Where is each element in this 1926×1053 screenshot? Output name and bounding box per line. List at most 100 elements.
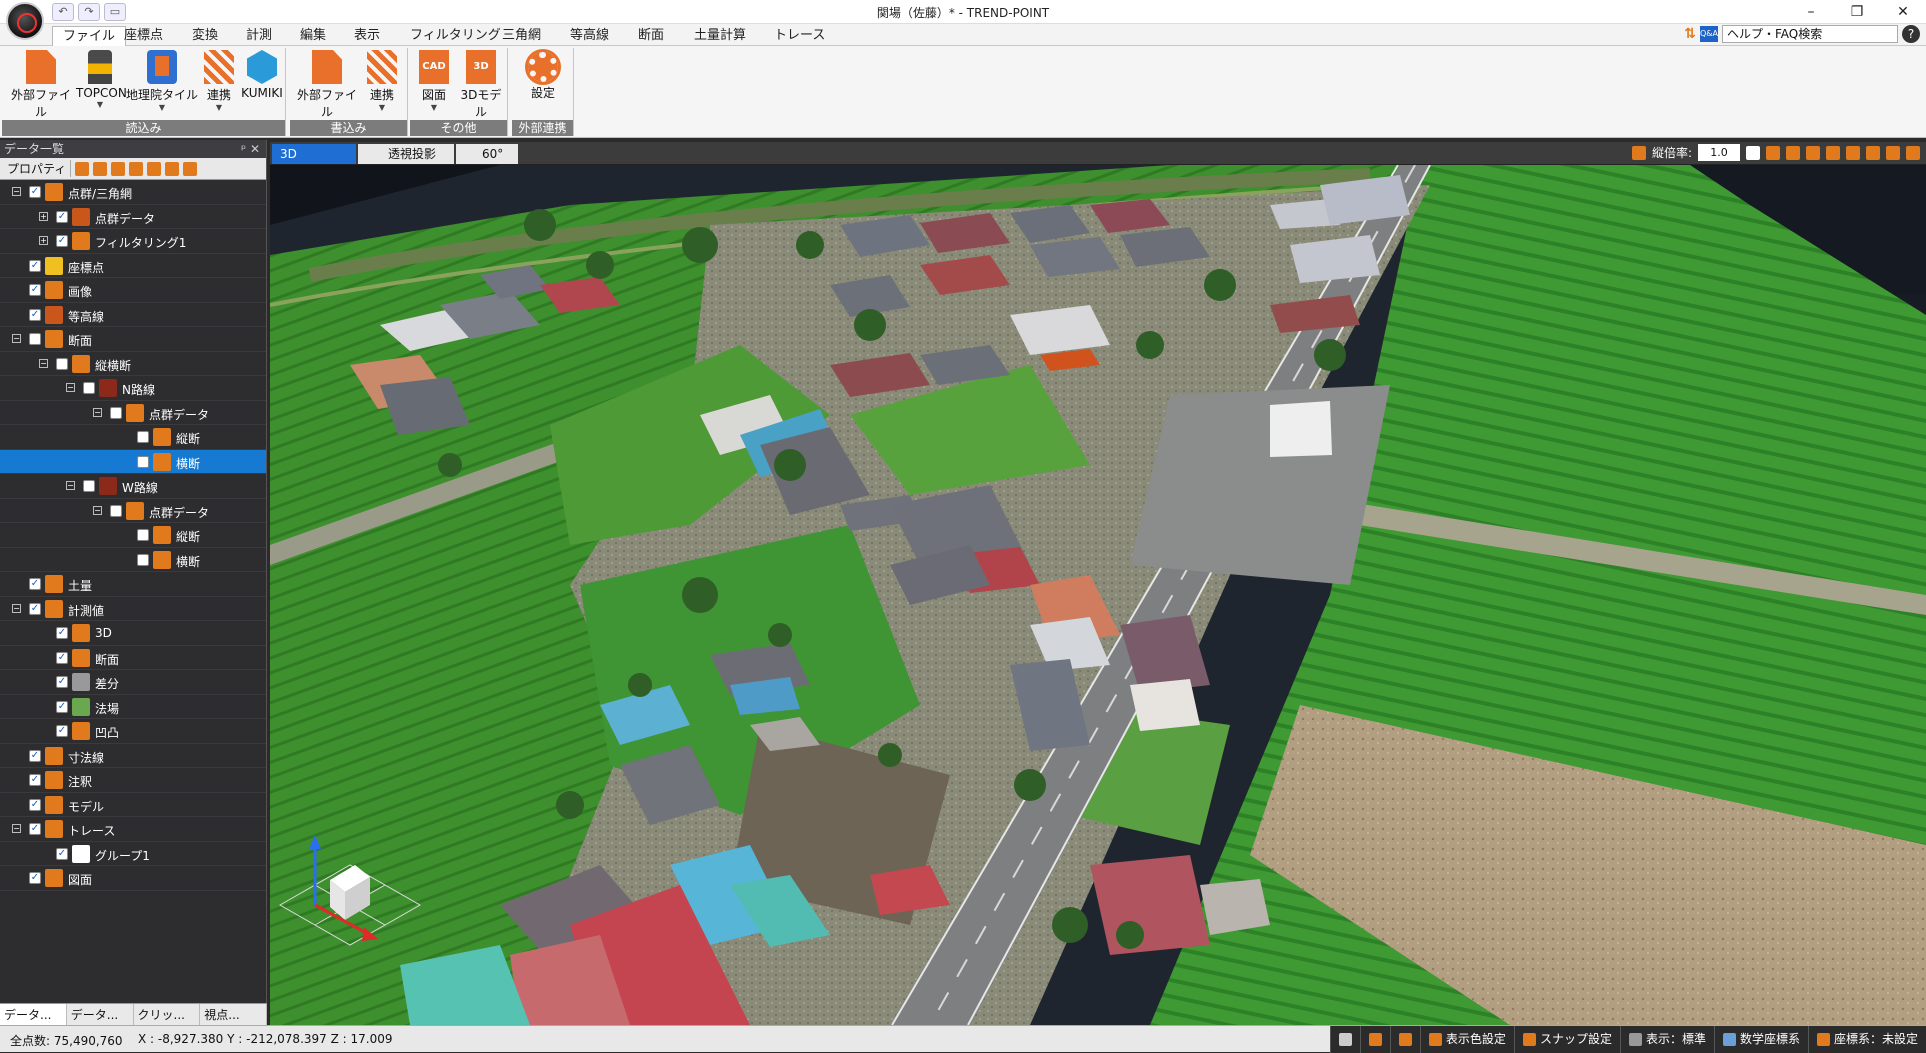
visibility-checkbox[interactable]: ✓ xyxy=(29,284,41,296)
visibility-checkbox[interactable]: ✓ xyxy=(56,627,68,639)
tree-row[interactable]: 縦断 xyxy=(0,425,266,450)
view-right-icon[interactable] xyxy=(1826,145,1840,160)
expand-icon[interactable]: + xyxy=(39,236,48,245)
kumiki-button[interactable]: KUMIKI xyxy=(240,50,284,100)
tree-row[interactable]: − 断面 xyxy=(0,327,266,352)
view-left-icon[interactable] xyxy=(1806,145,1820,160)
tree-row[interactable]: − 点群データ xyxy=(0,401,266,425)
help-icon[interactable]: ? xyxy=(1902,25,1920,43)
tab-3d-view[interactable]: 3D xyxy=(272,144,356,164)
visibility-checkbox[interactable] xyxy=(110,406,122,419)
display-color-settings-button[interactable]: 表示色設定 xyxy=(1419,1026,1514,1053)
properties-button[interactable]: プロパティ xyxy=(3,160,72,177)
visibility-checkbox[interactable]: ✓ xyxy=(56,847,68,860)
collapse-icon[interactable]: − xyxy=(12,824,21,833)
view-iso-icon[interactable] xyxy=(1886,145,1900,160)
visibility-checkbox[interactable]: ✓ xyxy=(56,676,68,688)
tree-row[interactable]: − ✓ 計測値 xyxy=(0,597,266,621)
tree-row[interactable]: ✓ グループ1 xyxy=(0,842,266,866)
settings-button[interactable]: 設定 xyxy=(522,49,564,101)
tree-row[interactable]: ✓ 断面 xyxy=(0,646,266,670)
collapse-icon[interactable]: − xyxy=(39,358,48,368)
view-bottom-icon[interactable] xyxy=(1866,145,1880,160)
home-icon[interactable] xyxy=(1746,145,1760,160)
visibility-checkbox[interactable]: ✓ xyxy=(56,725,68,737)
tree-row[interactable]: ✓ 画像 xyxy=(0,278,266,303)
tree-row[interactable]: ✓ 差分 xyxy=(0,670,266,695)
export-link-button[interactable]: 連携 ▼ xyxy=(362,50,402,112)
visibility-checkbox[interactable]: ✓ xyxy=(29,602,41,615)
pin-close-icons[interactable]: ᵖ ✕ xyxy=(241,140,260,158)
visibility-checkbox[interactable]: ✓ xyxy=(29,259,41,272)
tab-viewpoint[interactable]: 視点... xyxy=(200,1004,267,1025)
visibility-checkbox[interactable]: ✓ xyxy=(56,651,68,664)
layer-filter-icon[interactable] xyxy=(129,161,144,176)
visibility-checkbox[interactable] xyxy=(83,480,95,492)
tree-row[interactable]: + ✓ 点群データ xyxy=(0,205,266,229)
snap-settings-button[interactable]: スナップ設定 xyxy=(1513,1026,1620,1053)
export-external-file-button[interactable]: 外部ファイル ▼ xyxy=(294,50,360,129)
view-back-icon[interactable] xyxy=(1786,145,1800,160)
fov-dropdown[interactable]: 60° xyxy=(456,144,518,164)
visibility-checkbox[interactable]: ✓ xyxy=(29,186,41,198)
visibility-checkbox[interactable] xyxy=(29,333,41,345)
close-button[interactable]: ✕ xyxy=(1880,0,1926,24)
view-top-icon[interactable] xyxy=(1846,145,1860,160)
visibility-checkbox[interactable]: ✓ xyxy=(56,210,68,223)
topcon-button[interactable]: TOPCON ▼ xyxy=(76,50,127,109)
tree-row[interactable]: ✓ 土量 xyxy=(0,572,266,597)
expand-icon[interactable]: + xyxy=(39,211,48,221)
qa-icon[interactable]: Q&A xyxy=(1700,26,1718,42)
collapse-icon[interactable]: − xyxy=(93,407,102,417)
tab-coordinate-points[interactable]: 座標点 xyxy=(114,26,173,46)
tree-row[interactable]: − ✓ トレース xyxy=(0,817,266,842)
collapse-icon[interactable]: − xyxy=(12,603,21,613)
tab-earthwork[interactable]: 土量計算 xyxy=(684,26,756,46)
tag-icon[interactable] xyxy=(75,161,90,176)
visibility-checkbox[interactable]: ✓ xyxy=(29,774,41,786)
swap-arrows-icon[interactable]: ⇅ xyxy=(1684,26,1696,42)
panel-menu-icon[interactable] xyxy=(183,161,198,176)
coordinate-system-button[interactable]: 座標系：未設定 xyxy=(1807,1026,1926,1053)
visibility-checkbox[interactable]: ✓ xyxy=(29,749,41,762)
light-toggle[interactable] xyxy=(1359,1026,1390,1053)
tree-row[interactable]: − N路線 xyxy=(0,376,266,401)
tree-row[interactable]: 縦断 xyxy=(0,523,266,548)
3d-model-button[interactable]: 3D 3Dモデル xyxy=(456,50,506,120)
visibility-checkbox[interactable] xyxy=(137,455,149,468)
tab-tin[interactable]: 三角網 xyxy=(492,26,551,46)
tab-data-2[interactable]: データ... xyxy=(67,1004,134,1025)
collapse-icon[interactable]: − xyxy=(66,383,75,392)
tree-row[interactable]: 横断 xyxy=(0,449,266,474)
tree-row[interactable]: ✓ モデル xyxy=(0,793,266,817)
tree-row[interactable]: − 点群データ xyxy=(0,499,266,523)
tree-row[interactable]: ✓ 座標点 xyxy=(0,254,266,278)
tab-measure[interactable]: 計測 xyxy=(236,26,282,46)
drawing-button[interactable]: CAD 図面 ▼ xyxy=(414,50,454,112)
visibility-checkbox[interactable] xyxy=(56,357,68,370)
visibility-checkbox[interactable]: ✓ xyxy=(29,823,41,835)
tree-row[interactable]: + ✓ フィルタリング1 xyxy=(0,229,266,254)
help-search-input[interactable]: ヘルプ・FAQ検索 xyxy=(1722,25,1898,43)
expand-all-icon[interactable] xyxy=(147,161,162,176)
display-mode-button[interactable]: 表示：標準 xyxy=(1619,1026,1714,1053)
import-link-button[interactable]: 連携 ▼ xyxy=(200,50,238,112)
tab-section[interactable]: 断面 xyxy=(628,26,674,46)
tree-row[interactable]: ✓ 法場 xyxy=(0,695,266,719)
layer-icon[interactable] xyxy=(111,161,126,176)
collapse-icon[interactable]: − xyxy=(93,505,102,515)
app-logo-icon[interactable] xyxy=(6,2,44,40)
view-front-icon[interactable] xyxy=(1766,145,1780,160)
tree-row[interactable]: ✓ 図面 xyxy=(0,866,266,891)
collapse-icon[interactable]: − xyxy=(12,187,21,196)
tree-row[interactable]: − 縦横断 xyxy=(0,352,266,376)
visibility-checkbox[interactable]: ✓ xyxy=(56,235,68,247)
pen-icon[interactable] xyxy=(93,161,108,176)
tab-data-list[interactable]: データ... xyxy=(0,1004,67,1025)
tree-row[interactable]: ✓ 3D xyxy=(0,621,266,646)
measure-tool-icon[interactable] xyxy=(1906,145,1920,160)
collapse-all-icon[interactable] xyxy=(165,161,180,176)
tab-convert[interactable]: 変換 xyxy=(182,26,228,46)
visibility-checkbox[interactable] xyxy=(137,529,149,541)
3d-viewport[interactable] xyxy=(270,165,1926,1025)
